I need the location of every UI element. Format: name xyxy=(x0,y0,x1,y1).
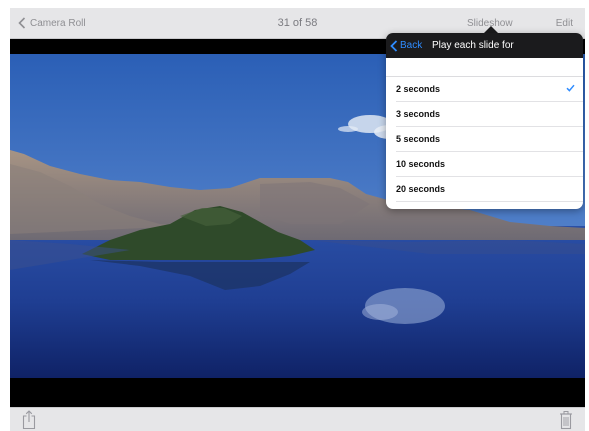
option-label: 20 seconds xyxy=(396,184,446,194)
chevron-left-icon xyxy=(18,17,26,29)
duration-option-3-seconds[interactable]: 3 seconds xyxy=(396,102,583,127)
duration-option-2-seconds[interactable]: 2 seconds xyxy=(396,77,583,102)
back-label: Camera Roll xyxy=(30,17,86,29)
popover-arrow xyxy=(484,26,498,33)
popover-spacer xyxy=(386,58,583,77)
popover-back-button[interactable]: Back xyxy=(390,33,422,58)
checkmark-icon xyxy=(566,84,575,92)
option-label: 5 seconds xyxy=(396,134,441,144)
share-icon[interactable] xyxy=(22,410,36,430)
option-label: 2 seconds xyxy=(396,84,441,94)
popover-title: Play each slide for xyxy=(432,40,514,51)
slideshow-popover: Back Play each slide for 2 seconds 3 sec… xyxy=(386,33,583,209)
bottom-toolbar xyxy=(10,407,585,431)
option-label: 3 seconds xyxy=(396,109,441,119)
camera-roll-back-button[interactable]: Camera Roll xyxy=(18,8,86,38)
chevron-left-icon xyxy=(390,39,398,52)
photo-viewer: Camera Roll 31 of 58 Slideshow Edit Back… xyxy=(10,8,585,431)
duration-option-20-seconds[interactable]: 20 seconds xyxy=(396,177,583,202)
popover-back-label: Back xyxy=(400,40,423,51)
popover-header: Back Play each slide for xyxy=(386,33,583,58)
duration-option-10-seconds[interactable]: 10 seconds xyxy=(396,152,583,177)
duration-option-5-seconds[interactable]: 5 seconds xyxy=(396,127,583,152)
option-label: 10 seconds xyxy=(396,159,446,169)
trash-icon[interactable] xyxy=(559,410,573,430)
